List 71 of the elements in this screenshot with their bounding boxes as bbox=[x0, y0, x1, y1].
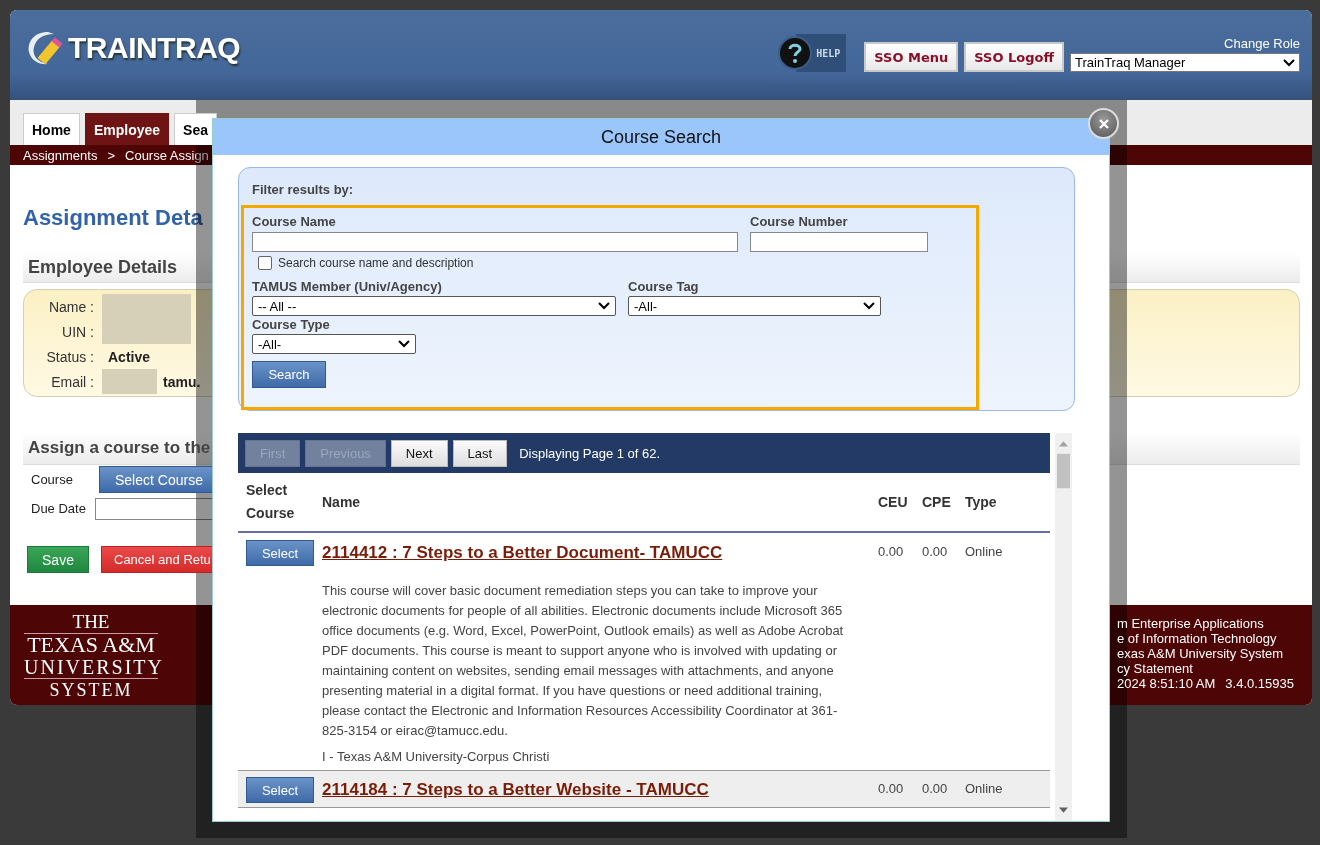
table-cell-text: 0.00 bbox=[922, 780, 949, 798]
email-value: tamu. bbox=[163, 373, 201, 390]
select-button[interactable]: Select bbox=[246, 777, 314, 803]
chevron-icon bbox=[598, 302, 610, 310]
nav-tab[interactable]: Sea bbox=[174, 113, 217, 145]
change-role-label: Change Role bbox=[1224, 36, 1300, 51]
field-label: UIN : bbox=[61, 323, 94, 340]
save-button[interactable]: Save bbox=[27, 546, 89, 573]
table-cell-text: Online bbox=[965, 780, 1004, 798]
nav-tab[interactable]: Home bbox=[23, 113, 80, 145]
status-value: Active bbox=[108, 348, 151, 365]
search-button[interactable]: Search bbox=[252, 361, 326, 388]
pager-button[interactable]: Next bbox=[390, 439, 448, 467]
page-status: Displaying Page 1 of 62. bbox=[519, 445, 661, 461]
field-label: Name : bbox=[47, 298, 94, 315]
footer-text: exas A&M University System bbox=[1117, 646, 1284, 661]
page-title: Assignment Deta bbox=[23, 205, 203, 232]
version-text: 3.4.0.15935 bbox=[1225, 676, 1294, 691]
pager-button[interactable]: Last bbox=[452, 439, 508, 467]
column-header: CEU bbox=[878, 492, 909, 512]
course-description: This course will cover basic document remediation steps you can take to improve your electronic documents for people of all abilities. Electronic documents include Microsoft 365 office documents (e.g. Word, Excel, PowerPoint, Outlook emails) as well as Adobe Acrobat PDF documents. This course is meant to support anyone who is involved with updating or maintaining content on websites, sending email messages with attachments, and anyone presenting material in a digital format. If you have questions or need additional training, please contact the Electronic and Information Resources Accessibility Coordinator at 361-825-3154 or eirac@tamucc.edu. bbox=[322, 582, 845, 740]
sso-menu-button[interactable]: SSO Menu bbox=[864, 42, 959, 72]
footer-text: m Enterprise Applications bbox=[1117, 616, 1264, 631]
field-label: TAMUS Member (Univ/Agency) bbox=[252, 278, 443, 295]
sso-logoff-button[interactable]: SSO Logoff bbox=[964, 42, 1064, 72]
dialog-title: Course Search bbox=[600, 126, 722, 148]
column-header: CPE bbox=[922, 492, 952, 512]
chevron-icon bbox=[863, 302, 875, 310]
course-name-field[interactable] bbox=[252, 232, 738, 252]
footer-text: cy Statement bbox=[1117, 661, 1193, 676]
member-text: I - Texas A&M University-Corpus Christi bbox=[322, 749, 551, 764]
field-label: Course bbox=[30, 472, 74, 487]
table-cell-text: 0.00 bbox=[878, 543, 905, 561]
chevron-icon bbox=[398, 340, 410, 348]
type-select[interactable]: -All- bbox=[252, 334, 416, 354]
section-title: Employee Details bbox=[28, 256, 178, 278]
member-select[interactable]: -- All -- bbox=[252, 296, 616, 316]
tag-select[interactable]: -All- bbox=[628, 296, 881, 316]
field-label: Course Number bbox=[750, 213, 849, 230]
select-button[interactable]: Select bbox=[246, 540, 314, 566]
table-cell-text: Online bbox=[965, 543, 1004, 561]
close-icon bbox=[1098, 118, 1109, 129]
filter-heading: Filter results by: bbox=[251, 182, 355, 197]
course-link[interactable]: 2114412 : 7 Steps to a Better Document- TAMUCC bbox=[322, 540, 878, 563]
course-link[interactable]: 2114184 : 7 Steps to a Better Website - TAMUCC bbox=[322, 777, 878, 800]
field-label: Course Name bbox=[252, 213, 337, 230]
table-cell-text: 0.00 bbox=[878, 780, 905, 798]
field-label: Due Date bbox=[30, 501, 87, 516]
column-header: Name bbox=[322, 492, 362, 512]
field-label: Status : bbox=[45, 348, 94, 365]
help-icon bbox=[778, 36, 813, 70]
table-cell-text: 0.00 bbox=[922, 543, 949, 561]
course-number-field[interactable] bbox=[750, 232, 928, 252]
checkbox-label: Search course name and description bbox=[278, 256, 474, 270]
field-label: Course Tag bbox=[628, 278, 700, 295]
breadcrumb-separator: > bbox=[107, 147, 115, 163]
breadcrumb-link[interactable]: Course Assign bbox=[125, 147, 209, 163]
timestamp-text: 2024 8:51:10 AM bbox=[1117, 676, 1216, 691]
field-label: Email : bbox=[50, 373, 94, 390]
field-label: Course Type bbox=[252, 316, 331, 333]
nav-tab[interactable]: Employee bbox=[84, 113, 170, 145]
scrollbar[interactable] bbox=[1055, 433, 1072, 821]
app-logo-text: TRAINTRAQ bbox=[68, 31, 241, 65]
column-header: Type bbox=[965, 492, 998, 512]
checkbox[interactable] bbox=[258, 256, 272, 270]
breadcrumb-link[interactable]: Assignments bbox=[23, 147, 98, 163]
footer-text: e of Information Technology bbox=[1117, 631, 1277, 646]
column-header: Select Course bbox=[245, 481, 296, 523]
chevron-icon bbox=[1283, 58, 1295, 67]
role-select[interactable]: TrainTraq Manager bbox=[1070, 53, 1300, 72]
redacted-block bbox=[102, 369, 157, 394]
